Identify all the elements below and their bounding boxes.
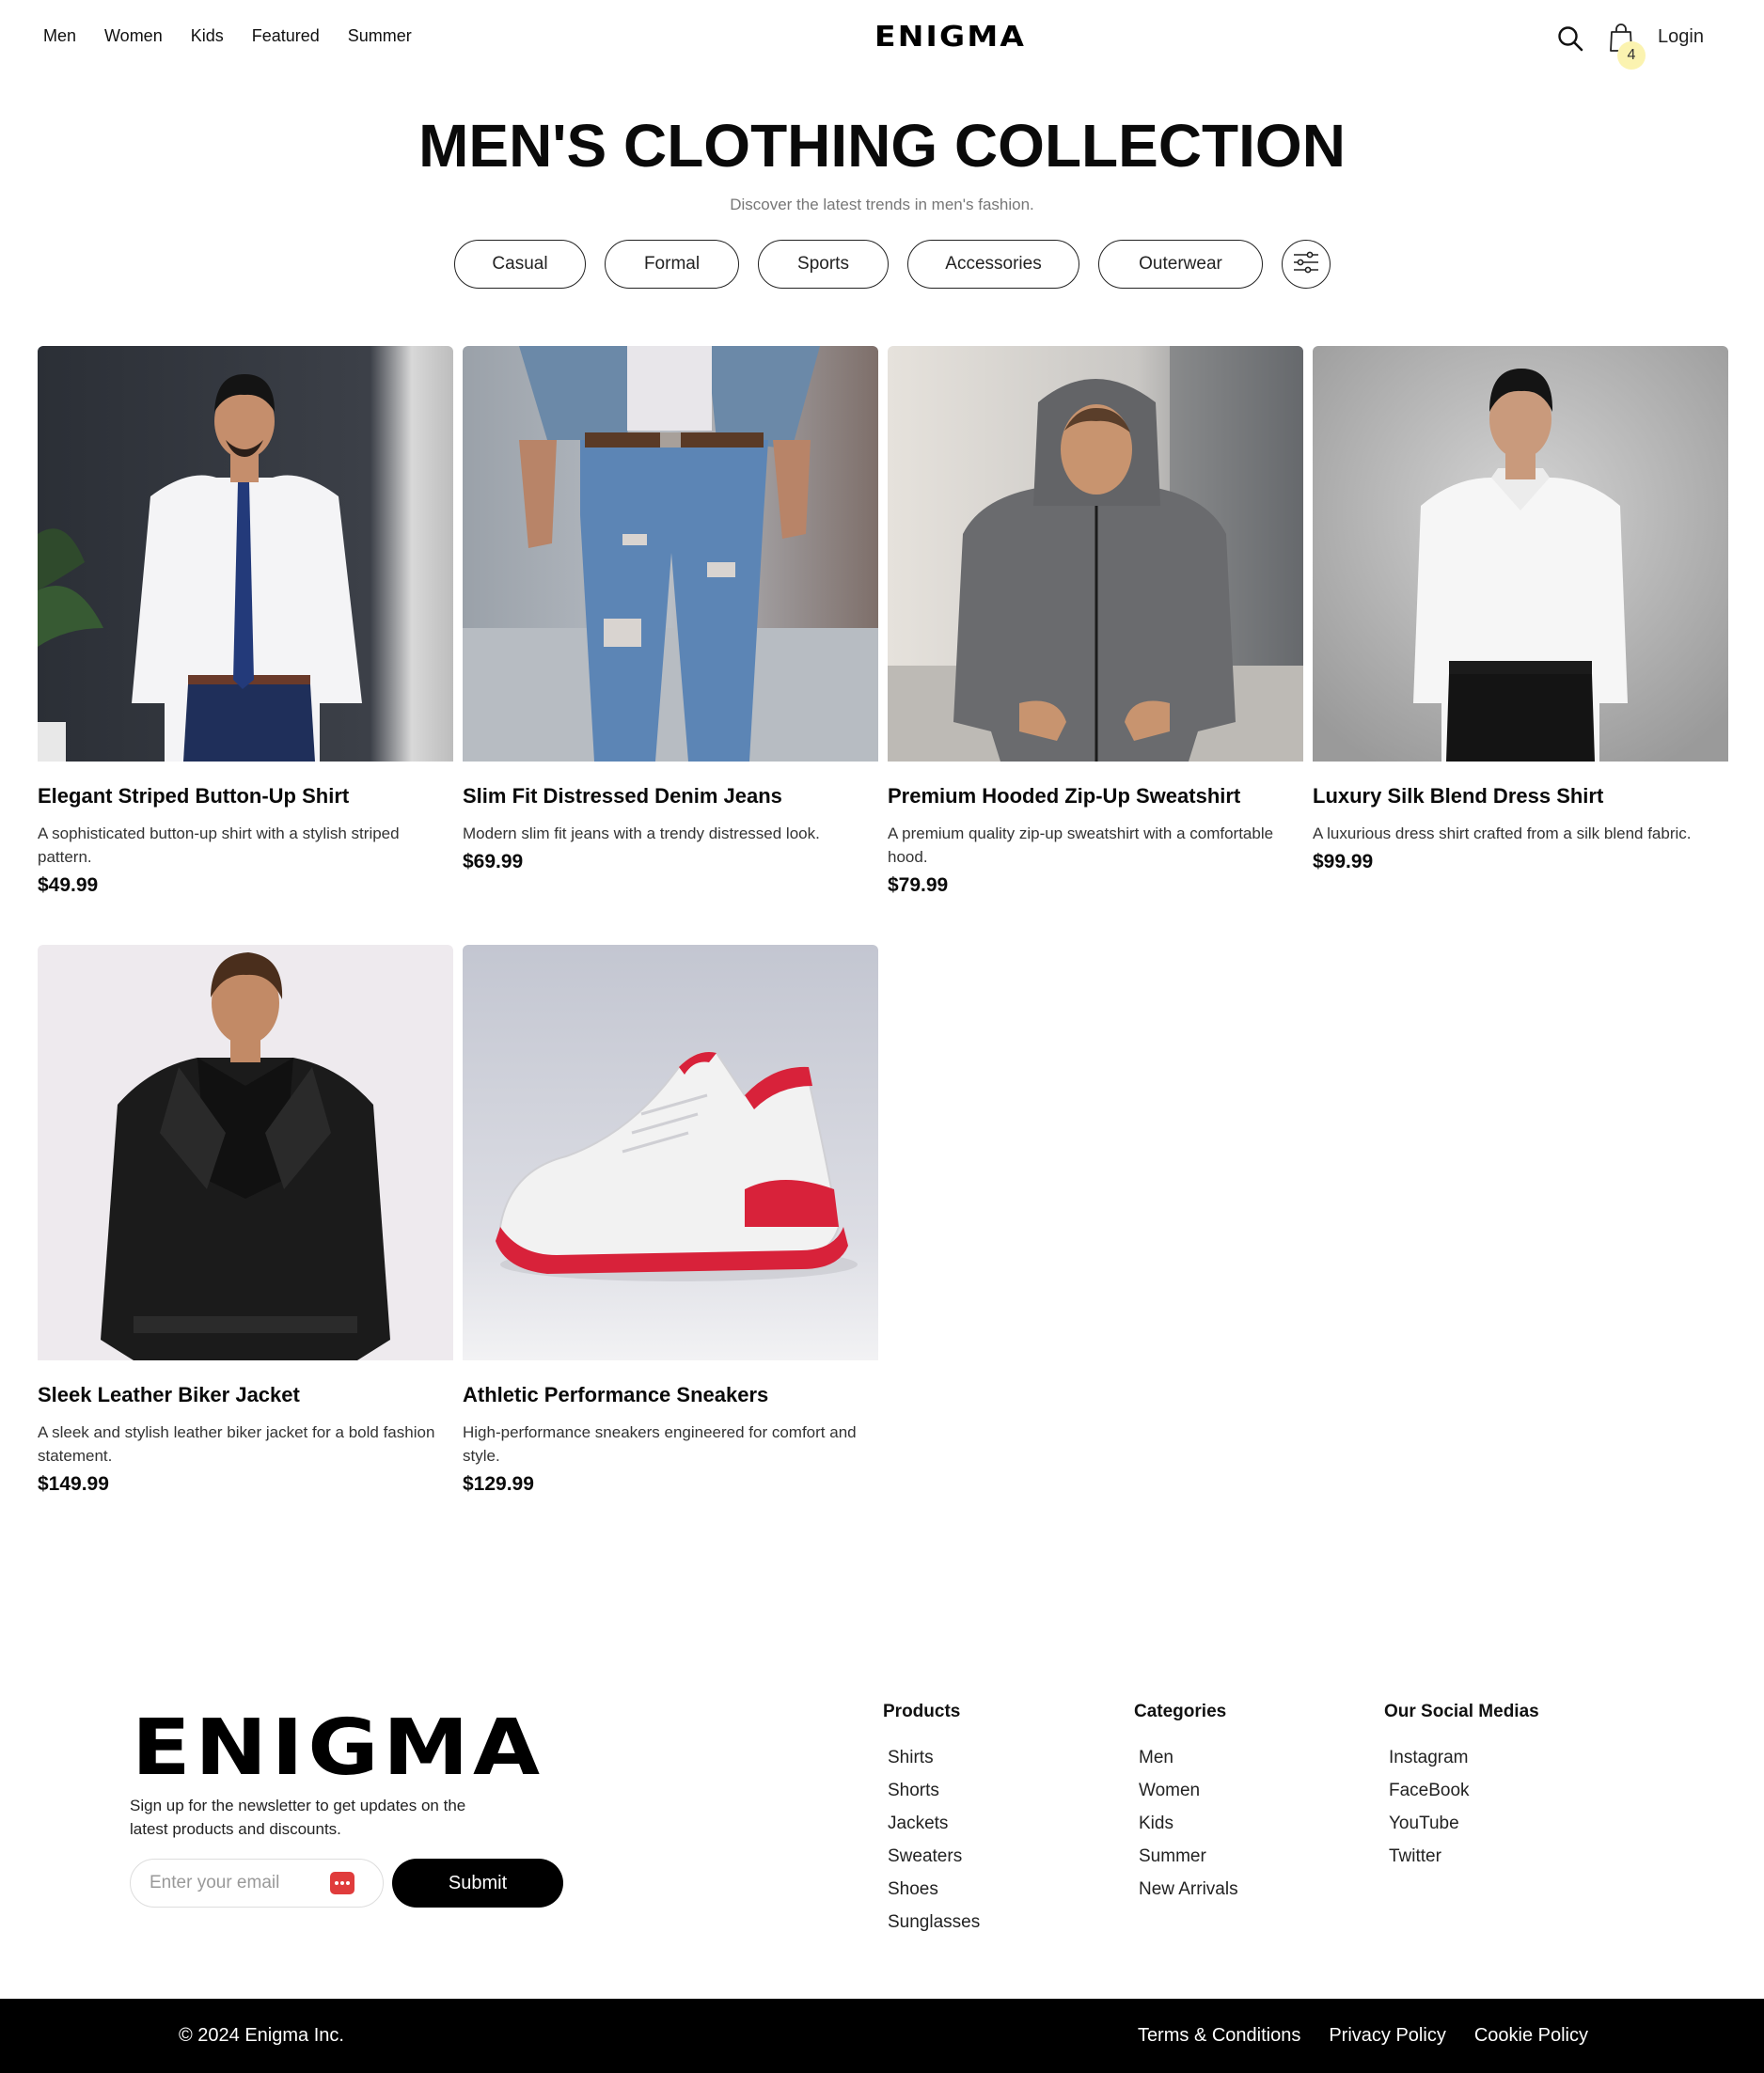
product-description: A luxurious dress shirt crafted from a s… xyxy=(1313,824,1692,842)
sliders-icon xyxy=(1292,250,1320,279)
product-name[interactable]: Athletic Performance Sneakers xyxy=(463,1383,878,1407)
footer-column-categories: Categories Men Women Kids Summer New Arr… xyxy=(1134,1702,1238,1906)
footer-link[interactable]: Jackets xyxy=(888,1807,980,1840)
product-card[interactable]: Premium Hooded Zip-Up Sweatshirt A premi… xyxy=(888,346,1303,897)
product-description: A premium quality zip-up sweatshirt with… xyxy=(888,824,1274,866)
footer-link[interactable]: Summer xyxy=(1139,1840,1238,1873)
terms-link[interactable]: Terms & Conditions xyxy=(1138,2025,1300,2047)
footer-link[interactable]: YouTube xyxy=(1389,1807,1539,1840)
product-price: $49.99 xyxy=(38,874,99,896)
password-manager-icon[interactable] xyxy=(330,1872,354,1894)
cookie-link[interactable]: Cookie Policy xyxy=(1474,2025,1588,2047)
product-card[interactable]: Slim Fit Distressed Denim Jeans Modern s… xyxy=(463,346,878,873)
copyright-text: © 2024 Enigma Inc. xyxy=(179,2025,344,2046)
filter-settings-button[interactable] xyxy=(1282,240,1331,289)
filter-outerwear[interactable]: Outerwear xyxy=(1098,240,1263,289)
product-description: High-performance sneakers engineered for… xyxy=(463,1423,857,1465)
product-price: $129.99 xyxy=(463,1473,534,1495)
footer-link[interactable]: Shirts xyxy=(888,1741,980,1774)
product-name[interactable]: Sleek Leather Biker Jacket xyxy=(38,1383,453,1407)
page-title: MEN'S CLOTHING COLLECTION xyxy=(418,112,1346,180)
site-header: Men Women Kids Featured Summer ENIGMA 4 … xyxy=(0,0,1764,79)
brand-logo[interactable]: ENIGMA xyxy=(874,21,1026,54)
footer-link[interactable]: Twitter xyxy=(1389,1840,1539,1873)
product-card[interactable]: Sleek Leather Biker Jacket A sleek and s… xyxy=(38,945,453,1496)
product-card[interactable]: Athletic Performance Sneakers High-perfo… xyxy=(463,945,878,1496)
filter-formal[interactable]: Formal xyxy=(605,240,739,289)
footer-link[interactable]: Instagram xyxy=(1389,1741,1539,1774)
footer-column-title: Our Social Medias xyxy=(1384,1702,1539,1721)
nav-summer[interactable]: Summer xyxy=(348,26,412,46)
footer-link[interactable]: New Arrivals xyxy=(1139,1873,1238,1906)
nav-featured[interactable]: Featured xyxy=(252,26,320,46)
product-description: Modern slim fit jeans with a trendy dist… xyxy=(463,824,820,842)
filter-casual[interactable]: Casual xyxy=(454,240,586,289)
newsletter-submit-button[interactable]: Submit xyxy=(392,1859,563,1908)
login-link[interactable]: Login xyxy=(1658,26,1704,48)
newsletter-text: Sign up for the newsletter to get update… xyxy=(130,1797,466,1838)
product-image[interactable] xyxy=(1313,346,1728,762)
cart-count-badge: 4 xyxy=(1617,41,1646,70)
product-image[interactable] xyxy=(38,346,453,762)
footer-link[interactable]: Women xyxy=(1139,1774,1238,1807)
product-image[interactable] xyxy=(463,945,878,1360)
product-name[interactable]: Elegant Striped Button-Up Shirt xyxy=(38,784,453,809)
main-nav: Men Women Kids Featured Summer xyxy=(43,26,440,46)
privacy-link[interactable]: Privacy Policy xyxy=(1329,2025,1445,2047)
nav-women[interactable]: Women xyxy=(104,26,163,46)
footer-column-title: Products xyxy=(883,1702,961,1721)
footer-column-products: Products Shirts Shorts Jackets Sweaters … xyxy=(883,1702,980,1939)
product-price: $79.99 xyxy=(888,874,949,896)
newsletter-email-field[interactable] xyxy=(130,1859,384,1908)
footer-brand-logo: ENIGMA xyxy=(132,1704,544,1793)
product-name[interactable]: Luxury Silk Blend Dress Shirt xyxy=(1313,784,1728,809)
product-description: A sleek and stylish leather biker jacket… xyxy=(38,1423,435,1465)
filter-sports[interactable]: Sports xyxy=(758,240,889,289)
footer-link[interactable]: Shorts xyxy=(888,1774,980,1807)
search-icon[interactable] xyxy=(1556,24,1584,53)
product-name[interactable]: Slim Fit Distressed Denim Jeans xyxy=(463,784,878,809)
product-image[interactable] xyxy=(463,346,878,762)
page-subtitle: Discover the latest trends in men's fash… xyxy=(730,196,1034,213)
footer-link[interactable]: FaceBook xyxy=(1389,1774,1539,1807)
footer-link[interactable]: Sweaters xyxy=(888,1840,980,1873)
filter-accessories[interactable]: Accessories xyxy=(907,240,1079,289)
product-price: $149.99 xyxy=(38,1473,109,1495)
product-card[interactable]: Elegant Striped Button-Up Shirt A sophis… xyxy=(38,346,453,897)
category-filters: Casual Formal Sports Accessories Outerwe… xyxy=(454,240,1331,289)
product-image[interactable] xyxy=(888,346,1303,762)
footer-column-title: Categories xyxy=(1134,1702,1227,1721)
product-price: $99.99 xyxy=(1313,851,1374,872)
product-price: $69.99 xyxy=(463,851,524,872)
footer-link[interactable]: Kids xyxy=(1139,1807,1238,1840)
legal-links: Terms & Conditions Privacy Policy Cookie… xyxy=(1110,2025,1588,2047)
product-name[interactable]: Premium Hooded Zip-Up Sweatshirt xyxy=(888,784,1303,809)
product-card[interactable]: Luxury Silk Blend Dress Shirt A luxuriou… xyxy=(1313,346,1728,873)
nav-men[interactable]: Men xyxy=(43,26,76,46)
email-input[interactable] xyxy=(150,1873,328,1893)
footer-link[interactable]: Men xyxy=(1139,1741,1238,1774)
footer-link[interactable]: Sunglasses xyxy=(888,1906,980,1939)
product-image[interactable] xyxy=(38,945,453,1360)
footer-column-social: Our Social Medias Instagram FaceBook You… xyxy=(1384,1702,1539,1873)
product-description: A sophisticated button-up shirt with a s… xyxy=(38,824,400,866)
footer-bottom-bar: © 2024 Enigma Inc. Terms & Conditions Pr… xyxy=(0,1999,1764,2073)
footer-link[interactable]: Shoes xyxy=(888,1873,980,1906)
nav-kids[interactable]: Kids xyxy=(191,26,224,46)
